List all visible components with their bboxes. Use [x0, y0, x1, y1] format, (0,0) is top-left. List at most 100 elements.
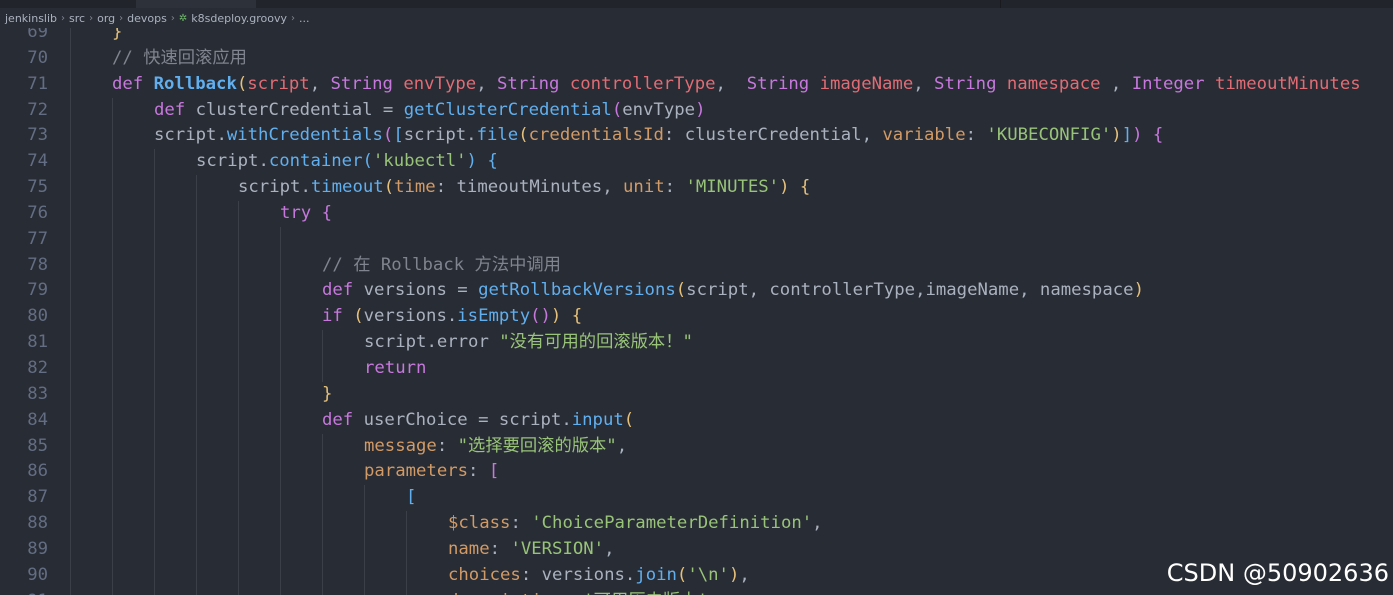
indent-guide [280, 588, 281, 595]
code-text: description: '可用历史版本' [448, 589, 708, 595]
code-token: userChoice [363, 409, 468, 430]
code-token: isEmpty [457, 306, 531, 327]
code-editor[interactable]: 69} 70// 快速回滚应用 71 def Rollback(script, Str… [0, 28, 1393, 595]
code-token: '\n' [687, 564, 729, 585]
indent-guide [154, 278, 155, 305]
indent-guide [238, 381, 239, 408]
code-token: parameters [364, 461, 469, 482]
breadcrumb-item-jenkinslib[interactable]: jenkinslib [5, 12, 57, 25]
indent-guide [112, 381, 113, 408]
indent-guide [364, 588, 365, 595]
indent-guide [322, 330, 323, 356]
breadcrumb-item-devops[interactable]: devops [127, 12, 167, 25]
code-token: ) [1133, 280, 1144, 301]
code-token: ) [1111, 125, 1122, 146]
code-token: description [448, 591, 562, 595]
indent-guide [112, 433, 113, 460]
indent-guide [112, 200, 113, 227]
code-text: script.container('kubectl') { [196, 149, 498, 175]
code-token: clusterCredential [684, 125, 862, 146]
breadcrumb-item-org[interactable]: org [97, 12, 115, 25]
editor-tab[interactable] [866, 0, 1001, 8]
code-text: def clusterCredential = getClusterCreden… [154, 98, 705, 124]
code-token: timeoutMinutes [1214, 73, 1361, 94]
code-token: timeoutMinutes [456, 177, 603, 198]
breadcrumb-item-file[interactable]: k8sdeploy.groovy [191, 12, 287, 25]
code-token: ) [466, 151, 477, 172]
code-token: def [322, 280, 364, 301]
code-token: : [435, 177, 457, 198]
code-token: ( [383, 177, 395, 198]
editor-tab[interactable] [520, 0, 643, 8]
indent-guide [70, 355, 71, 382]
indent-guide [364, 536, 365, 563]
code-token: : [663, 125, 685, 146]
indent-guide [70, 226, 71, 253]
code-token: [ [393, 125, 404, 146]
line-number: 91 [0, 589, 48, 595]
indent-guide [70, 97, 71, 124]
breadcrumb-item-symbol[interactable]: ... [299, 12, 310, 25]
line-number: 79 [27, 280, 48, 301]
line-number: 75 [27, 177, 48, 198]
indent-guide [112, 97, 113, 124]
code-token: : [468, 461, 489, 482]
indent-guide [70, 175, 71, 201]
code-token: , [739, 564, 750, 585]
code-token: ) [550, 306, 562, 327]
indent-guide [112, 536, 113, 563]
line-number: 74 [27, 151, 48, 172]
code-token: ) [1132, 125, 1143, 146]
code-token: : [965, 125, 987, 146]
line-number: 87 [27, 487, 48, 508]
chevron-right-icon: › [89, 12, 94, 24]
indent-guide [280, 511, 281, 537]
editor-tab-active[interactable] [136, 0, 257, 8]
indent-guide [154, 536, 155, 563]
indent-guide [196, 381, 197, 408]
code-token: : [510, 513, 532, 534]
editor-tab[interactable] [642, 0, 767, 8]
code-text: [ [406, 485, 416, 511]
indent-guide [70, 252, 71, 279]
indent-guide [154, 355, 155, 382]
code-token: name [448, 538, 490, 559]
code-token: ) [728, 564, 740, 585]
indent-guide [70, 562, 71, 589]
indent-guide [322, 588, 323, 595]
code-token: $class [448, 513, 511, 534]
code-token: timeout [310, 177, 384, 198]
code-token: input [571, 409, 624, 430]
editor-tab[interactable] [378, 0, 521, 8]
editor-tab[interactable] [256, 0, 379, 8]
code-token: 'MINUTES' [685, 177, 780, 198]
code-token: credentialsId [528, 125, 664, 146]
editor-tab[interactable] [0, 0, 137, 8]
indent-guide [322, 433, 323, 460]
indent-guide [112, 304, 113, 331]
indent-guide [70, 536, 71, 563]
code-token: , [602, 177, 624, 198]
indent-guide [154, 381, 155, 408]
code-token: . [624, 564, 636, 585]
breadcrumb-item-src[interactable]: src [69, 12, 85, 25]
code-token: Rollback [153, 73, 237, 94]
code-token: return [364, 357, 427, 378]
indent-guide [238, 226, 239, 253]
code-token: String [330, 73, 404, 94]
code-token: , [913, 73, 935, 94]
indent-guide [112, 485, 113, 512]
indent-guide [280, 407, 281, 434]
code-token: = [467, 409, 499, 430]
indent-guide [364, 562, 365, 589]
code-token: , [715, 73, 747, 94]
indent-guide [238, 536, 239, 563]
indent-guide [154, 433, 155, 460]
code-token: if [322, 306, 354, 327]
code-token: , [309, 73, 331, 94]
code-token: def [322, 409, 364, 430]
editor-tab[interactable] [766, 0, 867, 8]
